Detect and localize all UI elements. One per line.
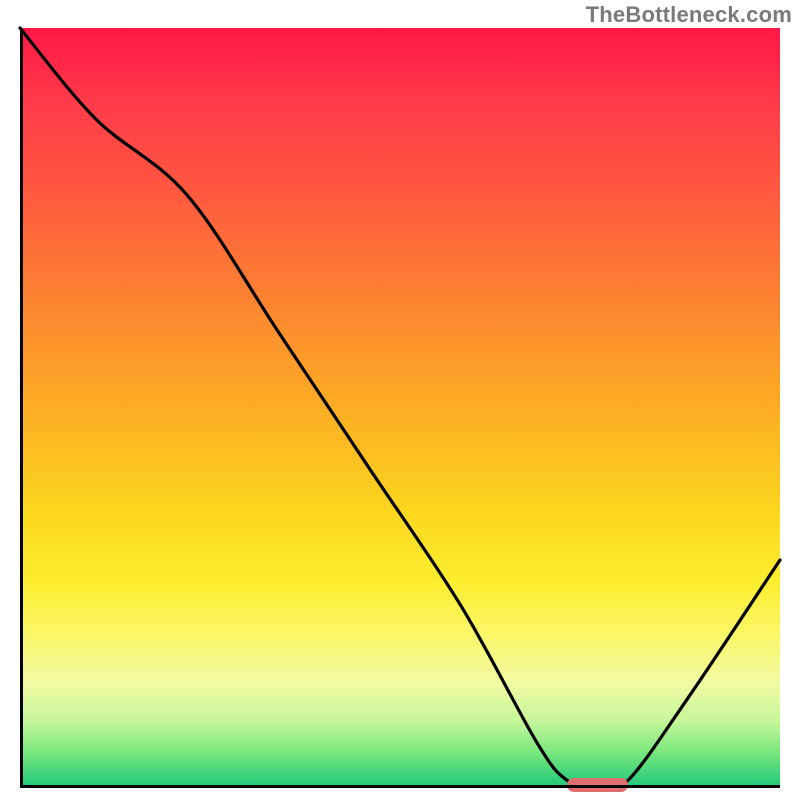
y-axis (20, 28, 23, 788)
watermark-text: TheBottleneck.com (586, 2, 792, 28)
x-axis (20, 785, 780, 788)
bottleneck-curve (20, 28, 780, 788)
plot-area (20, 28, 780, 788)
